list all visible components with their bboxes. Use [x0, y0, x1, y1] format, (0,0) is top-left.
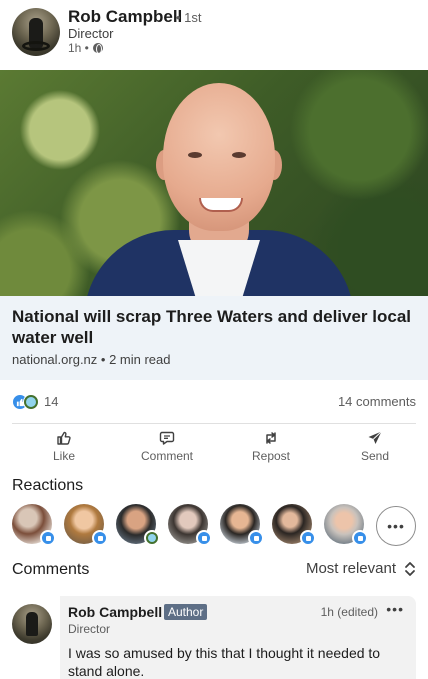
like-label: Like	[52, 449, 75, 463]
reactor-avatar[interactable]	[12, 504, 56, 546]
author-avatar[interactable]	[12, 8, 60, 56]
article-read-time: 2 min read	[109, 352, 171, 367]
globe-icon	[92, 43, 103, 54]
like-icon	[40, 530, 56, 546]
reactor-avatar[interactable]	[272, 504, 316, 546]
like-icon	[196, 530, 212, 546]
repost-button[interactable]: Repost	[226, 428, 316, 468]
thumbs-up-icon	[57, 431, 71, 445]
like-icon	[248, 530, 264, 546]
sort-dropdown[interactable]: Most relevant	[306, 560, 416, 577]
reactor-avatar[interactable]	[220, 504, 264, 546]
comments-heading: Comments	[12, 561, 90, 578]
post-time: 1h •	[68, 41, 103, 55]
article-link-card[interactable]: National will scrap Three Waters and del…	[0, 296, 428, 380]
reactions-heading: Reactions	[12, 477, 84, 494]
chevron-up-down-icon	[405, 561, 415, 576]
comment-time: 1h (edited)	[320, 605, 378, 619]
post-header: Rob Campbell • 1st Director 1h •	[0, 0, 428, 70]
reaction-icons[interactable]	[12, 394, 42, 410]
like-icon	[92, 530, 108, 546]
article-meta: national.org.nz • 2 min read	[12, 352, 171, 367]
sort-label: Most relevant	[305, 560, 396, 577]
comment-count[interactable]: 14 comments	[338, 394, 416, 409]
post-time-text: 1h •	[68, 41, 89, 55]
divider	[12, 423, 416, 424]
comment-item: Rob Campbell Author 1h (edited) ••• Dire…	[60, 596, 416, 679]
more-reactions-button[interactable]: •••	[376, 506, 416, 546]
reactor-avatar[interactable]	[168, 504, 212, 546]
send-label: Send	[360, 449, 390, 463]
reactor-avatar[interactable]	[64, 504, 108, 546]
reactor-avatar[interactable]	[116, 504, 160, 546]
author-title: Director	[68, 26, 114, 41]
comment-label: Comment	[140, 449, 193, 463]
comment-more-button[interactable]: •••	[386, 601, 404, 617]
author-name[interactable]: Rob Campbell	[68, 7, 182, 27]
article-title[interactable]: National will scrap Three Waters and del…	[12, 306, 412, 348]
connection-degree: • 1st	[176, 10, 202, 25]
reaction-count[interactable]: 14	[44, 394, 58, 409]
commenter-name[interactable]: Rob Campbell	[68, 604, 162, 620]
comment-button[interactable]: Comment	[122, 428, 212, 468]
funny-icon	[144, 530, 160, 546]
send-button[interactable]: Send	[330, 428, 420, 468]
reactor-avatar[interactable]	[324, 504, 368, 546]
author-badge: Author	[164, 604, 208, 620]
funny-icon	[23, 394, 39, 410]
commenter-avatar[interactable]	[12, 604, 52, 644]
like-icon	[352, 530, 368, 546]
article-image[interactable]	[0, 70, 428, 296]
comment-icon	[159, 431, 175, 445]
article-source: national.org.nz	[12, 352, 98, 367]
repost-icon	[266, 432, 276, 444]
action-bar: Like Comment Repost Send	[0, 428, 428, 468]
social-counts: 14 14 comments	[0, 388, 428, 416]
like-button[interactable]: Like	[19, 428, 109, 468]
reactor-list	[0, 502, 428, 546]
commenter-title: Director	[68, 622, 111, 636]
repost-label: Repost	[251, 449, 291, 463]
comment-text: I was so amused by this that I thought i…	[68, 645, 381, 679]
like-icon	[300, 530, 316, 546]
meta-separator: •	[100, 352, 110, 367]
send-icon	[368, 431, 382, 444]
